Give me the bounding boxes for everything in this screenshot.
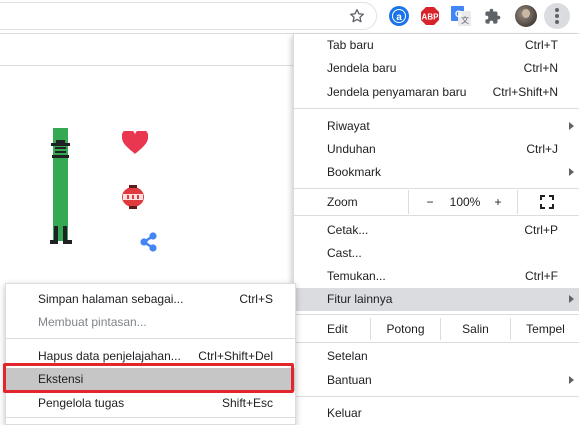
menu-item-label: Setelan xyxy=(327,349,368,363)
menu-item-bookmarks[interactable]: Bookmark xyxy=(294,161,579,184)
browser-toolbar: a ABP G 文 xyxy=(0,0,579,34)
menu-item-shortcut: Ctrl+F xyxy=(525,269,558,283)
zoom-label: Zoom xyxy=(327,195,358,209)
menu-item-label: Keluar xyxy=(327,406,362,420)
menu-item-label: Bantuan xyxy=(327,373,372,387)
menu-item-help[interactable]: Bantuan xyxy=(294,369,579,392)
submenu-divider xyxy=(6,417,295,418)
submenu-item-save-page[interactable]: Simpan halaman sebagai... Ctrl+S xyxy=(6,288,295,311)
menu-item-label: Cast... xyxy=(327,246,362,260)
menu-item-print[interactable]: Cetak... Ctrl+P xyxy=(294,219,579,242)
submenu-divider xyxy=(6,338,295,339)
submenu-item-label: Membuat pintasan... xyxy=(38,315,147,329)
menu-item-shortcut: Ctrl+P xyxy=(524,223,558,237)
submenu-arrow-icon xyxy=(569,168,574,176)
menu-item-history[interactable]: Riwayat xyxy=(294,115,579,138)
google-translate-icon[interactable]: G 文 xyxy=(451,6,471,26)
zoom-controls: − 100% + xyxy=(408,190,518,214)
lantern-icon xyxy=(122,185,144,209)
menu-divider xyxy=(294,396,579,397)
menu-item-label: Jendela baru xyxy=(327,61,397,75)
menu-item-label: Jendela penyamaran baru xyxy=(327,85,467,99)
heart-icon[interactable] xyxy=(122,131,148,155)
profile-avatar[interactable] xyxy=(515,5,537,27)
share-icon[interactable] xyxy=(138,231,160,253)
google-translate-glyph: 文 xyxy=(461,15,469,25)
submenu-arrow-icon xyxy=(569,376,574,384)
menu-item-find[interactable]: Temukan... Ctrl+F xyxy=(294,265,579,288)
menu-item-incognito[interactable]: Jendela penyamaran baru Ctrl+Shift+N xyxy=(294,81,579,104)
menu-divider xyxy=(294,342,579,343)
menu-item-label: Tab baru xyxy=(327,38,374,52)
submenu-item-shortcut: Ctrl+S xyxy=(239,292,273,306)
doodle-legs-icon xyxy=(50,226,72,244)
menu-divider xyxy=(294,314,579,315)
adblock-plus-label: ABP xyxy=(422,13,440,22)
edit-label: Edit xyxy=(327,322,348,336)
chrome-main-menu: Tab baru Ctrl+T Jendela baru Ctrl+N Jend… xyxy=(293,34,579,425)
menu-divider xyxy=(294,188,579,189)
menu-item-downloads[interactable]: Unduhan Ctrl+J xyxy=(294,138,579,161)
adblock-plus-icon[interactable]: ABP xyxy=(420,6,440,26)
submenu-item-create-shortcut: Membuat pintasan... xyxy=(6,311,295,334)
edit-row: Edit Potong Salin Tempel xyxy=(294,318,579,340)
cut-button[interactable]: Potong xyxy=(370,318,440,340)
vertical-dots-icon[interactable] xyxy=(544,3,570,29)
submenu-item-task-manager[interactable]: Pengelola tugas Shift+Esc xyxy=(6,392,295,415)
highlight-annotation-box xyxy=(3,363,294,393)
puzzle-icon[interactable] xyxy=(484,8,501,25)
zoom-level: 100% xyxy=(449,195,481,209)
address-bar[interactable] xyxy=(0,2,377,30)
copy-button[interactable]: Salin xyxy=(440,318,510,340)
more-tools-submenu: Simpan halaman sebagai... Ctrl+S Membuat… xyxy=(5,283,296,425)
fullscreen-icon[interactable] xyxy=(540,195,554,209)
menu-item-shortcut: Ctrl+Shift+N xyxy=(492,85,558,99)
zoom-out-button[interactable]: − xyxy=(423,190,437,214)
zoom-row: Zoom − 100% + xyxy=(294,190,579,214)
extension-a-icon[interactable]: a xyxy=(389,6,409,26)
menu-item-label: Riwayat xyxy=(327,119,370,133)
menu-item-label: Temukan... xyxy=(327,269,386,283)
menu-item-new-window[interactable]: Jendela baru Ctrl+N xyxy=(294,57,579,80)
submenu-item-shortcut: Shift+Esc xyxy=(221,396,273,410)
doodle-hat-icon xyxy=(51,140,70,158)
paste-button[interactable]: Tempel xyxy=(510,318,579,340)
menu-divider xyxy=(294,215,579,216)
submenu-arrow-icon xyxy=(569,295,574,303)
menu-item-cast[interactable]: Cast... xyxy=(294,242,579,265)
extension-a-label: a xyxy=(396,12,402,23)
star-outline-icon[interactable] xyxy=(349,8,365,24)
zoom-in-button[interactable]: + xyxy=(491,190,505,214)
submenu-arrow-icon xyxy=(569,122,574,130)
menu-item-label: Fitur lainnya xyxy=(327,292,393,306)
menu-item-shortcut: Ctrl+N xyxy=(523,61,558,75)
menu-item-label: Cetak... xyxy=(327,223,369,237)
menu-item-more-tools[interactable]: Fitur lainnya xyxy=(294,288,579,311)
page-divider xyxy=(0,65,293,66)
menu-item-settings[interactable]: Setelan xyxy=(294,345,579,368)
menu-item-label: Bookmark xyxy=(327,165,382,179)
menu-item-label: Unduhan xyxy=(327,142,376,156)
menu-item-shortcut: Ctrl+J xyxy=(526,142,558,156)
menu-item-exit[interactable]: Keluar xyxy=(294,402,579,425)
submenu-item-label: Pengelola tugas xyxy=(38,396,125,410)
menu-divider xyxy=(294,108,579,109)
submenu-item-label: Simpan halaman sebagai... xyxy=(38,292,184,306)
menu-item-shortcut: Ctrl+T xyxy=(525,38,558,52)
menu-item-new-tab[interactable]: Tab baru Ctrl+T xyxy=(294,34,579,57)
